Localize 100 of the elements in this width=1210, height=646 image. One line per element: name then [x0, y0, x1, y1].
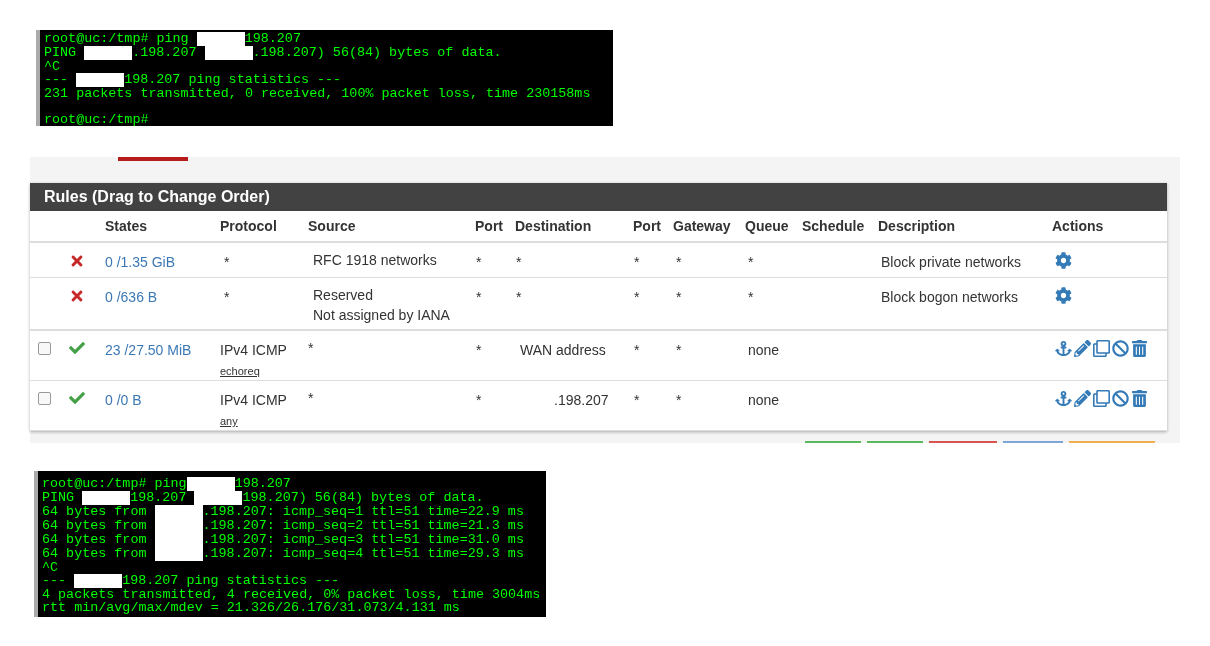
- redaction-block: [84, 46, 133, 60]
- table-cell: *: [634, 342, 640, 358]
- column-header: Port: [475, 217, 503, 234]
- icmp-type-link[interactable]: echoreq: [220, 363, 260, 380]
- trash-icon[interactable]: [1131, 390, 1148, 407]
- states-link: 0 /1.35 GiB: [105, 254, 176, 270]
- table-cell: none: [748, 392, 780, 408]
- pass-check-icon: [69, 340, 85, 356]
- anchor-icon[interactable]: [1055, 390, 1072, 407]
- copy-icon[interactable]: [1093, 340, 1110, 357]
- redaction-block: [204, 46, 253, 60]
- table-cell-text: *: [308, 389, 314, 408]
- table-cell: Block bogon networks: [881, 289, 1018, 305]
- settings-icon[interactable]: [1055, 287, 1072, 304]
- terminal-text: .198.207: icmp_seq=4 ttl=51 time=29.3 ms: [202, 547, 524, 561]
- table-cell-text: *: [223, 288, 230, 307]
- table-cell: *: [476, 342, 482, 358]
- table-cell: Block private networks: [881, 254, 1022, 270]
- terminal-text: 198.207 ping statistics ---: [122, 574, 340, 588]
- redaction-block: [154, 505, 203, 519]
- terminal-text: .198.207) 56(84) bytes of data.: [252, 46, 502, 60]
- terminal-text: root@uc:/tmp# ping: [42, 477, 187, 491]
- table-cell-text: Reserved: [313, 286, 373, 305]
- table-cell-text: *: [223, 253, 230, 272]
- terminal-text: ^C: [42, 561, 59, 574]
- column-header: Port: [633, 217, 661, 234]
- redaction-block: [186, 477, 235, 491]
- table-cell: *: [634, 392, 640, 408]
- terminal-text: .198.207: [132, 46, 198, 60]
- rule-row[interactable]: 0 /636 B * Reserved Not assigned by IANA * * * * * Block bogon networks: [30, 278, 1167, 331]
- states-link: 23 /27.50 MiB: [105, 342, 192, 358]
- panel-title: Rules (Drag to Change Order): [44, 187, 270, 207]
- table-cell: *: [676, 342, 682, 358]
- terminal-text: root@uc:/tmp#: [44, 113, 149, 126]
- column-header: Gateway: [673, 217, 731, 234]
- table-cell-text: *: [308, 339, 314, 358]
- terminal-text: 4 packets transmitted, 4 received, 0% packet loss, time 3004ms: [42, 588, 541, 601]
- table-cell: *: [634, 289, 640, 305]
- terminal-text: ---: [42, 574, 68, 588]
- rule-row[interactable]: 0 /0 B IPv4 ICMP any * * .198.207 * * none: [30, 381, 1167, 431]
- icmp-type-link[interactable]: any: [220, 413, 238, 430]
- redaction-block: [82, 491, 131, 505]
- table-cell: *: [748, 254, 754, 270]
- column-header: Actions: [1052, 217, 1104, 234]
- block-x-icon: [69, 253, 85, 269]
- redaction-block: [194, 491, 243, 505]
- row-checkbox[interactable]: [38, 342, 51, 355]
- terminal-text: .198.207: icmp_seq=3 ttl=51 time=31.0 ms: [202, 533, 524, 547]
- terminal-text: .198.207: icmp_seq=2 ttl=51 time=21.3 ms: [202, 519, 524, 533]
- terminal-text: 64 bytes from: [42, 547, 148, 561]
- terminal-text: 198.207 ping statistics ---: [124, 73, 342, 87]
- copy-icon[interactable]: [1093, 390, 1110, 407]
- table-cell: *: [676, 392, 682, 408]
- column-header: Destination: [515, 217, 592, 234]
- column-header: Description: [878, 217, 955, 234]
- terminal-text: PING: [44, 46, 78, 60]
- terminal-text: ^C: [44, 60, 61, 73]
- pencil-icon[interactable]: [1074, 390, 1091, 407]
- settings-icon[interactable]: [1055, 252, 1072, 269]
- terminal-text: 198.207) 56(84) bytes of data.: [242, 491, 484, 505]
- row-checkbox[interactable]: [38, 392, 51, 405]
- table-cell: *: [676, 289, 682, 305]
- column-header: Protocol: [220, 217, 277, 234]
- table-cell: *: [476, 392, 482, 408]
- rule-row[interactable]: 0 /1.35 GiB * RFC 1918 networks * * * * * Block private networks: [30, 243, 1167, 278]
- terminal-text: rtt min/avg/max/mdev = 21.326/26.176/31.073/4.131 ms: [42, 601, 460, 614]
- table-cell: none: [748, 342, 780, 358]
- rule-row[interactable]: 23 /27.50 MiB IPv4 ICMP echoreq * * WAN address * * none: [30, 331, 1167, 381]
- table-cell-text: RFC 1918 networks: [313, 251, 437, 270]
- redaction-block: [74, 574, 123, 588]
- pencil-icon[interactable]: [1074, 340, 1091, 357]
- trash-icon[interactable]: [1131, 340, 1148, 357]
- states-link: 0 /636 B: [105, 289, 158, 305]
- table-cell-text: .198.207: [553, 392, 609, 408]
- terminal-text: 64 bytes from: [42, 519, 148, 533]
- table-cell: *: [516, 289, 522, 305]
- column-header: Schedule: [802, 217, 865, 234]
- redaction-block: [76, 73, 125, 87]
- table-cell: *: [476, 289, 482, 305]
- table-cell: *: [748, 289, 754, 305]
- terminal-text: 64 bytes from: [42, 505, 148, 519]
- active-tab-indicator: [118, 157, 188, 161]
- column-header: Queue: [745, 217, 789, 234]
- column-header: States: [105, 217, 148, 234]
- table-cell-text: IPv4 ICMP: [220, 341, 287, 360]
- table-cell-text: Not assigned by IANA: [313, 306, 450, 325]
- table-cell: *: [676, 254, 682, 270]
- anchor-icon[interactable]: [1055, 340, 1072, 357]
- terminal-text: ---: [44, 73, 70, 87]
- disable-icon[interactable]: [1112, 390, 1129, 407]
- table-cell: *: [516, 254, 522, 270]
- states-link: 0 /0 B: [105, 392, 142, 408]
- redaction-block: [154, 547, 203, 561]
- column-header: Source: [308, 217, 356, 234]
- pass-check-icon: [69, 390, 85, 406]
- table-cell: WAN address: [520, 342, 606, 358]
- terminal-text: 198.207: [244, 32, 301, 46]
- table-cell: *: [476, 254, 482, 270]
- terminal-text: PING: [42, 491, 76, 505]
- disable-icon[interactable]: [1112, 340, 1129, 357]
